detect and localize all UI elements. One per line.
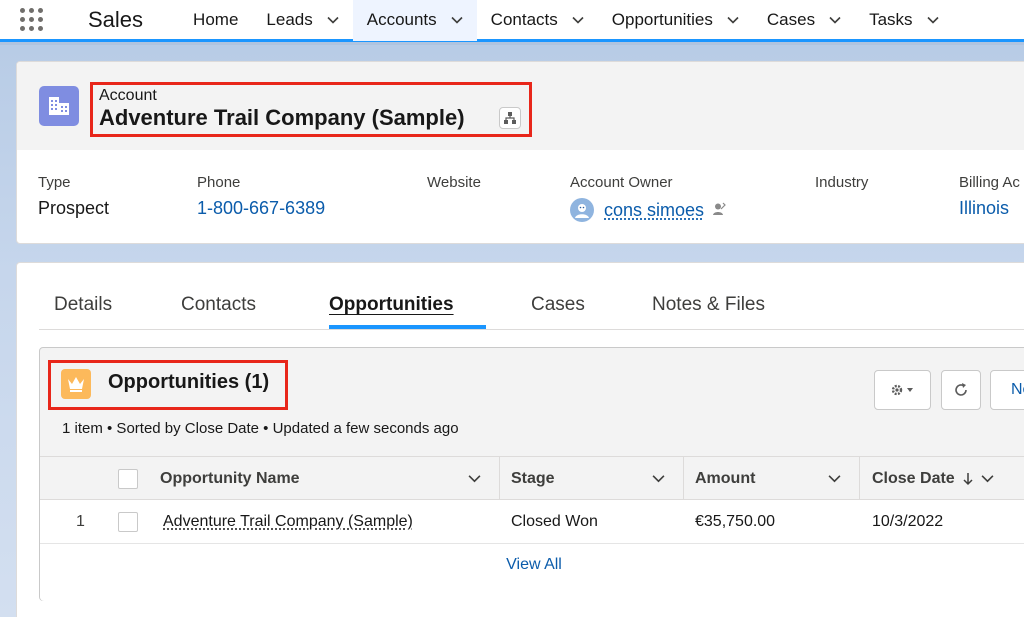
field-phone: Phone 1-800-667-6389 (197, 174, 325, 219)
nav-item-label: Cases (766, 9, 816, 29)
field-billing-address: Billing Ac Illinois (959, 174, 1020, 219)
chevron-down-icon[interactable] (981, 472, 994, 485)
view-all-link[interactable]: View All (40, 556, 1024, 574)
nav-item-opportunities[interactable]: Opportunities (598, 0, 753, 41)
nav-item-cases[interactable]: Cases (753, 0, 855, 41)
chevron-down-icon[interactable] (572, 14, 584, 26)
new-button[interactable]: Ne (990, 370, 1024, 410)
field-type: Type Prospect (38, 174, 109, 219)
select-all-checkbox[interactable] (118, 457, 138, 500)
field-industry: Industry (815, 174, 868, 198)
related-list-summary: 1 item • Sorted by Close Date • Updated … (62, 420, 459, 437)
column-header-amount[interactable]: Amount (695, 457, 755, 500)
chevron-down-icon[interactable] (451, 14, 463, 26)
tab-bar: Details Contacts Opportunities Cases Not… (39, 263, 1024, 330)
nav-item-label: Accounts (366, 9, 437, 29)
chevron-down-icon[interactable] (468, 457, 481, 500)
gear-icon (891, 384, 913, 396)
tab-details[interactable]: Details (54, 294, 112, 316)
related-list-title[interactable]: Opportunities (1) (108, 371, 269, 394)
field-value: Prospect (38, 198, 110, 218)
column-header-opportunity-name[interactable]: Opportunity Name (160, 457, 300, 500)
table-row: 1 Adventure Trail Company (Sample) Close… (40, 500, 1024, 544)
refresh-button[interactable] (941, 370, 981, 410)
column-header-stage[interactable]: Stage (511, 457, 555, 500)
chevron-down-icon[interactable] (652, 457, 665, 500)
phone-link[interactable]: 1-800-667-6389 (197, 198, 325, 219)
nav-item-tasks[interactable]: Tasks (855, 0, 952, 41)
crown-icon (61, 369, 91, 399)
nav-item-label: Contacts (490, 9, 558, 29)
record-header: Account Adventure Trail Company (Sample)… (16, 61, 1024, 244)
table-header: Opportunity Name Stage Amount Close Date (40, 456, 1024, 500)
record-name: Adventure Trail Company (Sample) (99, 105, 465, 130)
opportunity-name-link[interactable]: Adventure Trail Company (Sample) (163, 500, 413, 544)
nav-item-home[interactable]: Home (179, 0, 252, 41)
close-date-cell: 10/3/2022 (872, 513, 944, 530)
tab-opportunities[interactable]: Opportunities (329, 294, 454, 316)
chevron-down-icon[interactable] (828, 457, 841, 500)
list-settings-button[interactable] (874, 370, 931, 410)
row-checkbox[interactable] (118, 500, 138, 544)
chevron-down-icon[interactable] (926, 14, 939, 26)
app-name: Sales (88, 6, 144, 32)
column-header-close-date[interactable]: Close Date (872, 457, 994, 500)
billing-address-link[interactable]: Illinois (959, 198, 1020, 219)
record-title-highlight: Account Adventure Trail Company (Sample) (90, 82, 532, 137)
tab-notes-files[interactable]: Notes & Files (652, 294, 765, 316)
related-list-opportunities: Opportunities (1) 1 item • Sorted by Clo… (39, 347, 1024, 601)
waffle-icon (19, 8, 43, 31)
owner-value: cons simoes (570, 198, 726, 222)
tab-contacts[interactable]: Contacts (181, 294, 256, 316)
field-account-owner: Account Owner cons simoes (570, 174, 726, 222)
change-owner-icon[interactable] (712, 200, 726, 221)
chevron-down-icon[interactable] (829, 14, 841, 26)
field-label: Billing Ac (959, 174, 1020, 191)
object-label: Account (99, 87, 157, 104)
chevron-down-icon[interactable] (727, 14, 739, 26)
nav-item-leads[interactable]: Leads (252, 0, 352, 41)
building-icon (39, 86, 79, 126)
record-detail-card: Details Contacts Opportunities Cases Not… (16, 262, 1024, 617)
owner-link[interactable]: cons simoes (604, 200, 704, 221)
nav-item-label: Opportunities (611, 9, 713, 29)
app-launcher-button[interactable] (0, 0, 62, 41)
nav-item-label: Tasks (869, 9, 913, 29)
refresh-icon (955, 383, 967, 396)
tab-cases[interactable]: Cases (531, 294, 585, 316)
global-nav: Sales Home Leads Accounts Contacts Oppor… (0, 0, 1024, 42)
avatar (570, 198, 594, 222)
row-number: 1 (76, 513, 85, 530)
field-label: Website (427, 174, 481, 191)
nav-item-accounts[interactable]: Accounts (352, 0, 477, 41)
related-list-title-highlight: Opportunities (1) (48, 360, 288, 410)
arrow-down-icon (963, 472, 973, 485)
nav-item-label: Home (193, 9, 239, 29)
stage-cell: Closed Won (511, 513, 598, 530)
chevron-down-icon[interactable] (327, 14, 339, 26)
highlights-panel: Type Prospect Phone 1-800-667-6389 Websi… (17, 150, 1024, 245)
field-label: Industry (815, 174, 869, 191)
amount-cell: €35,750.00 (695, 513, 776, 530)
nav-item-label: Leads (266, 9, 313, 29)
opportunities-table: Opportunity Name Stage Amount Close Date (40, 456, 1024, 601)
view-hierarchy-button[interactable] (499, 107, 521, 129)
field-website: Website (427, 174, 481, 198)
record-header-top: Account Adventure Trail Company (Sample) (17, 62, 1024, 150)
field-label: Account Owner (570, 174, 673, 191)
nav-item-contacts[interactable]: Contacts (477, 0, 598, 41)
field-label: Type (38, 174, 71, 191)
field-label: Phone (197, 174, 241, 191)
active-tab-indicator (329, 325, 486, 329)
hierarchy-icon (504, 112, 516, 124)
